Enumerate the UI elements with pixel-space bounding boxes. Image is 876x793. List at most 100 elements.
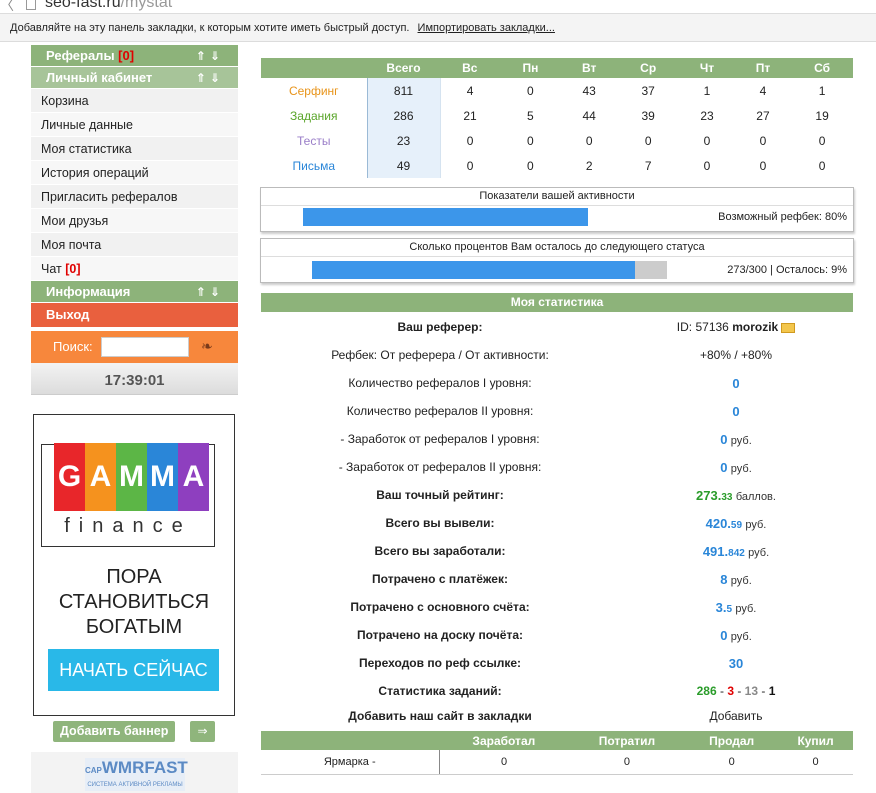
table-row: Количество рефералов II уровня: 0 xyxy=(261,397,853,425)
table-row: Статистика заданий: 286 - 3 - 13 - 1 xyxy=(261,677,853,705)
withdrawn-value: 420.59 xyxy=(705,515,743,531)
spent-pay-value: 8 xyxy=(720,571,728,587)
chat-count: [0] xyxy=(65,262,81,276)
currency: руб. xyxy=(735,602,757,615)
sidebar-item-chat[interactable]: Чат [0] xyxy=(31,257,238,281)
table-cell: 0 xyxy=(439,750,569,775)
row-name[interactable]: Серфинг xyxy=(261,78,367,103)
sidebar-section-cabinet[interactable]: Личный кабинет ⇑⇓ xyxy=(31,67,238,89)
refback-note: Возможный рефбек: 80% xyxy=(718,211,847,223)
sidebar-item[interactable]: Личные данные xyxy=(31,113,238,137)
sidebar-item[interactable]: Корзина xyxy=(31,89,238,113)
table-row: Всего вы заработали: 491.842 руб. xyxy=(261,537,853,565)
spent-main-label: Потрачено с основного счёта: xyxy=(350,600,530,614)
earn2-value: 0 xyxy=(720,459,728,475)
collapse-arrows-icon[interactable]: ⇑⇓ xyxy=(196,45,224,67)
ad-banner[interactable]: GAMMA finance ПОРА СТАНОВИТЬСЯ БОГАТЫМ НАЧ… xyxy=(33,414,235,716)
table-cell: 23 xyxy=(366,128,441,153)
header-cell: Заработал xyxy=(472,733,536,748)
back-icon[interactable]: 〈 xyxy=(0,0,14,13)
table-row: Тесты 23 0 0 0 0 0 0 0 xyxy=(261,128,853,153)
header-cell: Потратил xyxy=(598,733,656,748)
row-name[interactable]: Тесты xyxy=(261,128,367,153)
collapse-arrows-icon[interactable]: ⇑⇓ xyxy=(196,67,224,89)
table-row: Ваш реферер: ID: 57136 morozik xyxy=(261,313,853,341)
row-name[interactable]: Письма xyxy=(261,153,367,178)
table-cell: 0 xyxy=(818,133,826,148)
logo-subtitle: СИСТЕМА АКТИВНОЙ РЕКЛАМЫ xyxy=(87,782,183,788)
section-label: Рефералы xyxy=(46,48,115,63)
table-cell: 27 xyxy=(756,108,770,123)
table-cell: 49 xyxy=(366,153,441,178)
row-name[interactable]: Задания xyxy=(261,103,367,128)
header-cell: Чт xyxy=(699,61,715,75)
gamma-letter: M xyxy=(147,443,178,511)
slogan-line: ПОРА xyxy=(106,566,162,588)
ref1-label: Количество рефералов I уровня: xyxy=(348,376,532,390)
gamma-letter: A xyxy=(178,443,209,511)
table-cell: 1 xyxy=(703,83,711,98)
header-cell: Сб xyxy=(814,61,831,75)
table-row: Потрачено с основного счёта: 3.5 руб. xyxy=(261,593,853,621)
table-cell: 0 xyxy=(759,158,767,173)
table-cell: 0 xyxy=(527,83,534,98)
table-cell: 21 xyxy=(463,108,477,123)
add-bookmark-link[interactable]: Добавить xyxy=(619,705,853,727)
sidebar-item[interactable]: Моя почта xyxy=(31,233,238,257)
url-text[interactable]: seo-fast.ru/mystat xyxy=(45,0,172,12)
currency: руб. xyxy=(730,574,752,587)
rating-unit: баллов. xyxy=(735,490,776,503)
header-cell: Купил xyxy=(797,733,834,748)
table-row: - Заработок от рефералов II уровня: 0 ру… xyxy=(261,453,853,481)
header-cell: Вс xyxy=(462,61,478,75)
footprints-icon[interactable]: ❧ xyxy=(201,338,213,355)
wmrfast-logo[interactable]: CAPWMRFAST СИСТЕМА АКТИВНОЙ РЕКЛАМЫ xyxy=(85,758,188,791)
slogan-line: СТАНОВИТЬСЯ xyxy=(58,591,210,613)
address-bar[interactable]: 〈 seo-fast.ru/mystat xyxy=(0,0,876,14)
header-cell xyxy=(261,731,439,750)
table-header: Заработал Потратил Продал Купил xyxy=(261,731,853,750)
bookmarks-hint: Добавляйте на эту панель закладки, к кот… xyxy=(10,22,410,34)
logout-button[interactable]: Выход xyxy=(31,303,238,327)
refback-label: Рефбек: От реферера / От активности: xyxy=(331,348,549,362)
sidebar-menu: Корзина Личные данные Моя статистика Истори… xyxy=(31,89,238,257)
bookmarks-bar: Добавляйте на эту панель закладки, к кот… xyxy=(0,14,876,42)
import-bookmarks-link[interactable]: Импортировать закладки... xyxy=(418,22,555,34)
mail-icon[interactable] xyxy=(781,322,796,333)
sidebar-item[interactable]: Моя статистика xyxy=(31,137,238,161)
market-row-name: Ярмарка - xyxy=(261,750,440,775)
ref2-value: 0 xyxy=(732,403,740,419)
table-cell: 0 xyxy=(703,133,711,148)
table-cell: 4 xyxy=(466,83,474,98)
referrer-id: ID: 57136 xyxy=(676,320,729,334)
table-cell: 0 xyxy=(685,750,779,775)
table-cell: 23 xyxy=(700,108,714,123)
spent-board-label: Потрачено на доску почёта: xyxy=(357,628,523,642)
withdrawn-label: Всего вы вывели: xyxy=(385,516,495,530)
table-cell: 0 xyxy=(703,158,711,173)
collapse-arrows-icon[interactable]: ⇑⇓ xyxy=(196,281,224,303)
table-cell: 0 xyxy=(778,750,853,775)
ref2-label: Количество рефералов II уровня: xyxy=(346,404,534,418)
table-cell: 43 xyxy=(582,83,596,98)
sidebar-item[interactable]: Пригласить рефералов xyxy=(31,185,238,209)
rating-label: Ваш точный рейтинг: xyxy=(376,488,504,502)
header-cell: Пн xyxy=(522,61,539,75)
add-banner-button[interactable]: Добавить баннер xyxy=(53,721,176,742)
sidebar-section-referrals[interactable]: Рефералы [0] ⇑⇓ xyxy=(31,45,238,67)
spent-pay-label: Потрачено с платёжек: xyxy=(372,572,508,586)
sidebar-item[interactable]: Мои друзья xyxy=(31,209,238,233)
search-input[interactable] xyxy=(101,337,189,357)
header-cell: Ср xyxy=(640,61,657,75)
header-cell: Пт xyxy=(755,61,771,75)
status-title: Сколько процентов Вам осталось до следую… xyxy=(261,239,853,257)
referrer-name[interactable]: morozik xyxy=(732,320,778,334)
sidebar-section-info[interactable]: Информация ⇑⇓ xyxy=(31,281,238,303)
currency: руб. xyxy=(730,630,752,643)
market-table: Заработал Потратил Продал Купил Ярмарка -00… xyxy=(261,731,853,775)
table-cell: 19 xyxy=(815,108,829,123)
next-arrow-button[interactable]: ⇒ xyxy=(190,721,215,742)
start-now-button[interactable]: НАЧАТЬ СЕЙЧАС xyxy=(48,649,219,691)
table-row: Серфинг 811 4 0 43 37 1 4 1 xyxy=(261,78,853,103)
sidebar-item[interactable]: История операций xyxy=(31,161,238,185)
